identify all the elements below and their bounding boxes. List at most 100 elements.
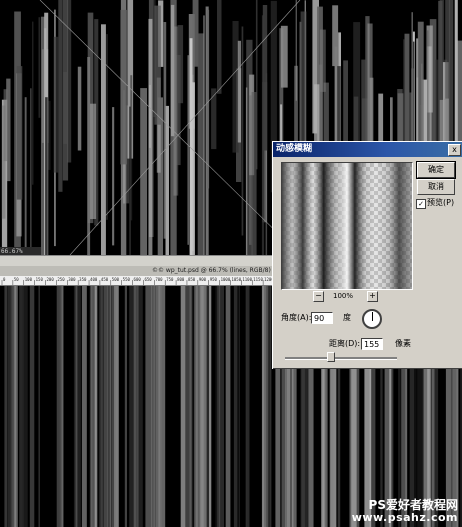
cancel-button[interactable]: 取消: [417, 179, 455, 195]
ruler-label: 150: [36, 277, 44, 282]
ruler-label: 0: [3, 277, 6, 282]
ruler-ticks: 0 50 100 150 200 250 300 350 400 450 500 550 600 650 7…: [1, 277, 272, 285]
streak: [246, 286, 250, 527]
streak: [30, 88, 32, 255]
document-title: ©© wp_tut.psd @ 66.7% (lines, RGB/8): [152, 267, 271, 274]
streak: [189, 286, 192, 527]
ruler-label: 700: [155, 277, 163, 282]
streak: [154, 5, 161, 125]
angle-unit: 度: [343, 313, 351, 322]
streak: [319, 29, 326, 92]
zoom-level: 100%: [333, 292, 354, 300]
streak: [264, 286, 267, 527]
streak: [130, 75, 133, 221]
streak: [16, 66, 23, 200]
ruler-label: 600: [134, 277, 142, 282]
streak: [19, 286, 24, 527]
streak: [111, 286, 115, 527]
streak: [24, 97, 27, 255]
ruler-label: 1050: [231, 277, 241, 282]
ruler-label: 50: [14, 277, 19, 282]
streak: [163, 22, 167, 239]
streak: [232, 21, 239, 153]
streak: [124, 286, 127, 527]
ruler-label: 1200: [264, 277, 272, 282]
streak: [191, 82, 195, 255]
streak: [87, 57, 91, 255]
streak: [155, 286, 162, 527]
streak: [148, 84, 151, 148]
streak: [225, 286, 231, 527]
streak: [81, 286, 87, 527]
preview-window[interactable]: [281, 162, 413, 290]
streak: [177, 25, 184, 104]
streak: [53, 36, 59, 173]
distance-input[interactable]: 155: [361, 338, 383, 350]
streak: [29, 286, 35, 527]
dialog-titlebar[interactable]: 动感模糊 x: [273, 142, 462, 157]
streak: [237, 40, 241, 143]
streak: [251, 92, 257, 255]
streak: [98, 286, 104, 527]
angle-input[interactable]: 90: [311, 312, 333, 324]
streak: [73, 286, 81, 527]
streak: [90, 103, 97, 219]
streak: [262, 5, 268, 151]
streak: [192, 0, 199, 67]
streak: [7, 286, 15, 527]
zoom-in-button[interactable]: +: [367, 291, 378, 302]
streak: [112, 107, 115, 246]
streak: [77, 66, 82, 151]
streak: [266, 286, 270, 527]
streak: [89, 286, 95, 527]
ruler-label: 300: [68, 277, 76, 282]
ruler-label: 800: [177, 277, 185, 282]
angle-dial[interactable]: [362, 309, 382, 329]
streak: [295, 0, 297, 101]
preview-checkbox-label: 预览(P): [427, 198, 455, 207]
ruler-label: 950: [210, 277, 218, 282]
streak: [208, 286, 212, 527]
zoom-out-button[interactable]: −: [313, 291, 324, 302]
watermark-url: www.psahz.com: [351, 511, 458, 524]
preview-checkbox[interactable]: ✓: [416, 199, 426, 209]
streak: [59, 286, 64, 527]
streak: [233, 286, 238, 527]
ruler-label: 100: [25, 277, 33, 282]
streak: [133, 286, 139, 527]
ruler-label: 750: [166, 277, 174, 282]
distance-slider[interactable]: [285, 357, 397, 360]
ruler-label: 900: [199, 277, 207, 282]
streak: [238, 286, 240, 527]
angle-needle: [372, 312, 373, 321]
streak: [217, 0, 222, 94]
streak: [58, 0, 63, 192]
watermark: PS爱好者教程网 www.psahz.com: [352, 498, 458, 524]
ruler-label: 550: [123, 277, 131, 282]
streak: [22, 286, 28, 527]
horizontal-ruler: 0 50 100 150 200 250 300 350 400 450 500 550 600 650 7…: [0, 276, 272, 286]
ruler-label: 850: [188, 277, 196, 282]
streak: [3, 89, 8, 162]
ruler-label: 1150: [253, 277, 263, 282]
preview-image: [282, 163, 412, 289]
streak: [280, 25, 288, 88]
streak: [145, 286, 153, 527]
streak: [32, 21, 34, 185]
streak: [197, 33, 204, 255]
ruler-label: 1100: [242, 277, 252, 282]
motion-blur-dialog: 动感模糊 x − 100% + 确定 取消 ✓ 预览(P) 角度(A): 90 …: [272, 141, 462, 369]
streak: [185, 286, 193, 527]
close-icon[interactable]: x: [448, 144, 461, 156]
streak: [332, 5, 339, 67]
streak: [245, 87, 248, 255]
ok-button[interactable]: 确定: [416, 161, 456, 179]
streak: [300, 11, 307, 146]
streak: [38, 286, 40, 527]
ruler-label: 500: [112, 277, 120, 282]
distance-slider-thumb[interactable]: [326, 352, 335, 362]
streak: [207, 9, 210, 189]
ruler-label: 250: [57, 277, 65, 282]
streak: [241, 26, 244, 236]
ruler-label: 200: [47, 277, 55, 282]
